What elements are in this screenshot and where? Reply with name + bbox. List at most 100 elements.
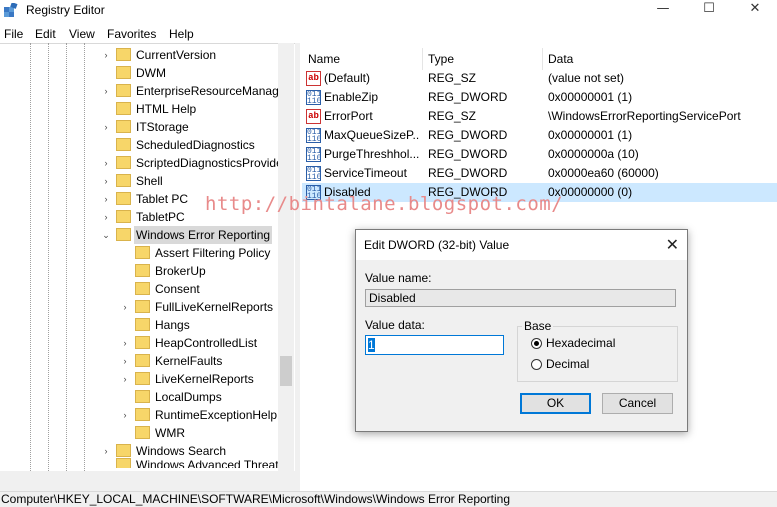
tree-node[interactable]: › CurrentVersion xyxy=(0,46,278,64)
hexadecimal-radio[interactable] xyxy=(531,338,542,349)
folder-icon xyxy=(135,282,150,295)
tree-node-label: ScheduledDiagnostics xyxy=(136,138,255,152)
chevron-right-icon[interactable]: › xyxy=(101,208,111,226)
menu-view[interactable]: View xyxy=(69,27,95,41)
tree-node[interactable]: › HeapControlledList xyxy=(0,334,278,352)
value-data-cell: 0x00000001 (1) xyxy=(548,90,633,104)
maximize-button[interactable]: ☐ xyxy=(686,0,732,20)
base-groupbox xyxy=(517,326,678,382)
folder-icon xyxy=(116,156,131,169)
chevron-right-icon[interactable]: › xyxy=(120,370,130,388)
tree-node[interactable]: Hangs xyxy=(0,316,278,334)
menu-file[interactable]: File xyxy=(4,27,23,41)
value-name-cell: MaxQueueSizeP... xyxy=(324,128,419,142)
folder-icon xyxy=(116,192,131,205)
tree-node-label: Consent xyxy=(155,282,200,296)
ok-button[interactable]: OK xyxy=(520,393,591,414)
chevron-right-icon[interactable]: › xyxy=(101,82,111,100)
menu-help[interactable]: Help xyxy=(169,27,194,41)
column-divider[interactable] xyxy=(422,48,423,70)
folder-icon xyxy=(116,120,131,133)
tree-node[interactable]: › LiveKernelReports xyxy=(0,370,278,388)
column-type-header[interactable]: Type xyxy=(428,52,454,66)
tree-node[interactable]: ⌄ Windows Error Reporting xyxy=(0,226,278,244)
folder-icon xyxy=(116,210,131,223)
tree-node[interactable]: Windows Advanced Threat Pr xyxy=(0,456,278,468)
folder-icon xyxy=(135,318,150,331)
tree-node[interactable]: › Shell xyxy=(0,172,278,190)
decimal-label[interactable]: Decimal xyxy=(546,357,589,371)
value-type-cell: REG_DWORD xyxy=(428,166,508,180)
column-name-header[interactable]: Name xyxy=(308,52,340,66)
value-data-label: Value data: xyxy=(365,318,425,332)
chevron-down-icon[interactable]: ⌄ xyxy=(101,226,111,244)
value-name-cell: EnableZip xyxy=(324,90,379,104)
value-row[interactable]: ab (Default) REG_SZ (value not set) xyxy=(302,69,777,88)
tree-node-label: Hangs xyxy=(155,318,190,332)
chevron-right-icon[interactable]: › xyxy=(101,154,111,172)
close-button[interactable]: ✕ xyxy=(732,0,777,20)
tree-node-label: BrokerUp xyxy=(155,264,206,278)
value-row[interactable]: ab ErrorPort REG_SZ \WindowsErrorReportingS… xyxy=(302,107,777,126)
tree-node[interactable]: LocalDumps xyxy=(0,388,278,406)
value-name-cell: PurgeThreshhol... xyxy=(324,147,419,161)
chevron-right-icon[interactable]: › xyxy=(101,46,111,64)
tree-scrollbar[interactable] xyxy=(278,43,294,471)
tree-node[interactable]: › RuntimeExceptionHelp xyxy=(0,406,278,424)
menu-edit[interactable]: Edit xyxy=(35,27,56,41)
value-row[interactable]: 011 110 PurgeThreshhol... REG_DWORD 0x00000… xyxy=(302,145,777,164)
tree-node-label: LiveKernelReports xyxy=(155,372,254,386)
value-name-cell: ErrorPort xyxy=(324,109,373,123)
value-row[interactable]: 011 110 MaxQueueSizeP... REG_DWORD 0x000000… xyxy=(302,126,777,145)
chevron-right-icon[interactable]: › xyxy=(120,334,130,352)
dword-value-icon: 011 110 xyxy=(306,166,322,182)
tree-node[interactable]: HTML Help xyxy=(0,100,278,118)
tree-node[interactable]: WMR xyxy=(0,424,278,442)
chevron-right-icon[interactable]: › xyxy=(120,352,130,370)
tree-node[interactable]: › ITStorage xyxy=(0,118,278,136)
tree-node-label: ScriptedDiagnosticsProvide xyxy=(136,156,283,170)
dword-value-icon: 011 110 xyxy=(306,128,322,144)
decimal-radio[interactable] xyxy=(531,359,542,370)
tree-node[interactable]: ScheduledDiagnostics xyxy=(0,136,278,154)
folder-icon xyxy=(135,390,150,403)
chevron-right-icon[interactable]: › xyxy=(120,298,130,316)
tree-node[interactable]: › EnterpriseResourceManage xyxy=(0,82,285,100)
tree-node[interactable]: Consent xyxy=(0,280,278,298)
column-divider[interactable] xyxy=(542,48,543,70)
folder-icon xyxy=(135,354,150,367)
cancel-button[interactable]: Cancel xyxy=(602,393,673,414)
folder-icon xyxy=(135,426,150,439)
tree-node[interactable]: › FullLiveKernelReports xyxy=(0,298,278,316)
menu-favorites[interactable]: Favorites xyxy=(107,27,156,41)
value-type-cell: REG_DWORD xyxy=(428,128,508,142)
tree-node[interactable]: BrokerUp xyxy=(0,262,278,280)
radio-selected-dot xyxy=(534,341,539,346)
menu-bar: File Edit View Favorites Help xyxy=(0,23,777,43)
title-bar: Registry Editor — ☐ ✕ xyxy=(0,0,777,22)
tree-node[interactable]: › ScriptedDiagnosticsProvide xyxy=(0,154,283,172)
value-type-cell: REG_DWORD xyxy=(428,90,508,104)
tree-node[interactable]: DWM xyxy=(0,64,278,82)
folder-icon xyxy=(116,174,131,187)
column-data-header[interactable]: Data xyxy=(548,52,573,66)
tree-horizontal-scrollbar[interactable] xyxy=(0,471,295,491)
minimize-button[interactable]: — xyxy=(640,0,686,20)
folder-icon xyxy=(135,336,150,349)
chevron-right-icon[interactable]: › xyxy=(101,190,111,208)
value-row[interactable]: 011 110 ServiceTimeout REG_DWORD 0x0000ea60… xyxy=(302,164,777,183)
value-row[interactable]: 011 110 EnableZip REG_DWORD 0x00000001 (1) xyxy=(302,88,777,107)
tree-node[interactable]: › KernelFaults xyxy=(0,352,278,370)
folder-icon xyxy=(116,458,131,468)
chevron-right-icon[interactable]: › xyxy=(120,406,130,424)
value-data-input[interactable] xyxy=(365,335,504,355)
dialog-close-icon[interactable]: ✕ xyxy=(666,235,679,254)
chevron-right-icon[interactable]: › xyxy=(101,118,111,136)
folder-icon xyxy=(135,264,150,277)
tree-node[interactable]: Assert Filtering Policy xyxy=(0,244,278,262)
tree-scroll-thumb[interactable] xyxy=(280,356,292,386)
base-group-title: Base xyxy=(522,319,554,333)
chevron-right-icon[interactable]: › xyxy=(101,172,111,190)
value-type-cell: REG_DWORD xyxy=(428,147,508,161)
hexadecimal-label[interactable]: Hexadecimal xyxy=(546,336,615,350)
